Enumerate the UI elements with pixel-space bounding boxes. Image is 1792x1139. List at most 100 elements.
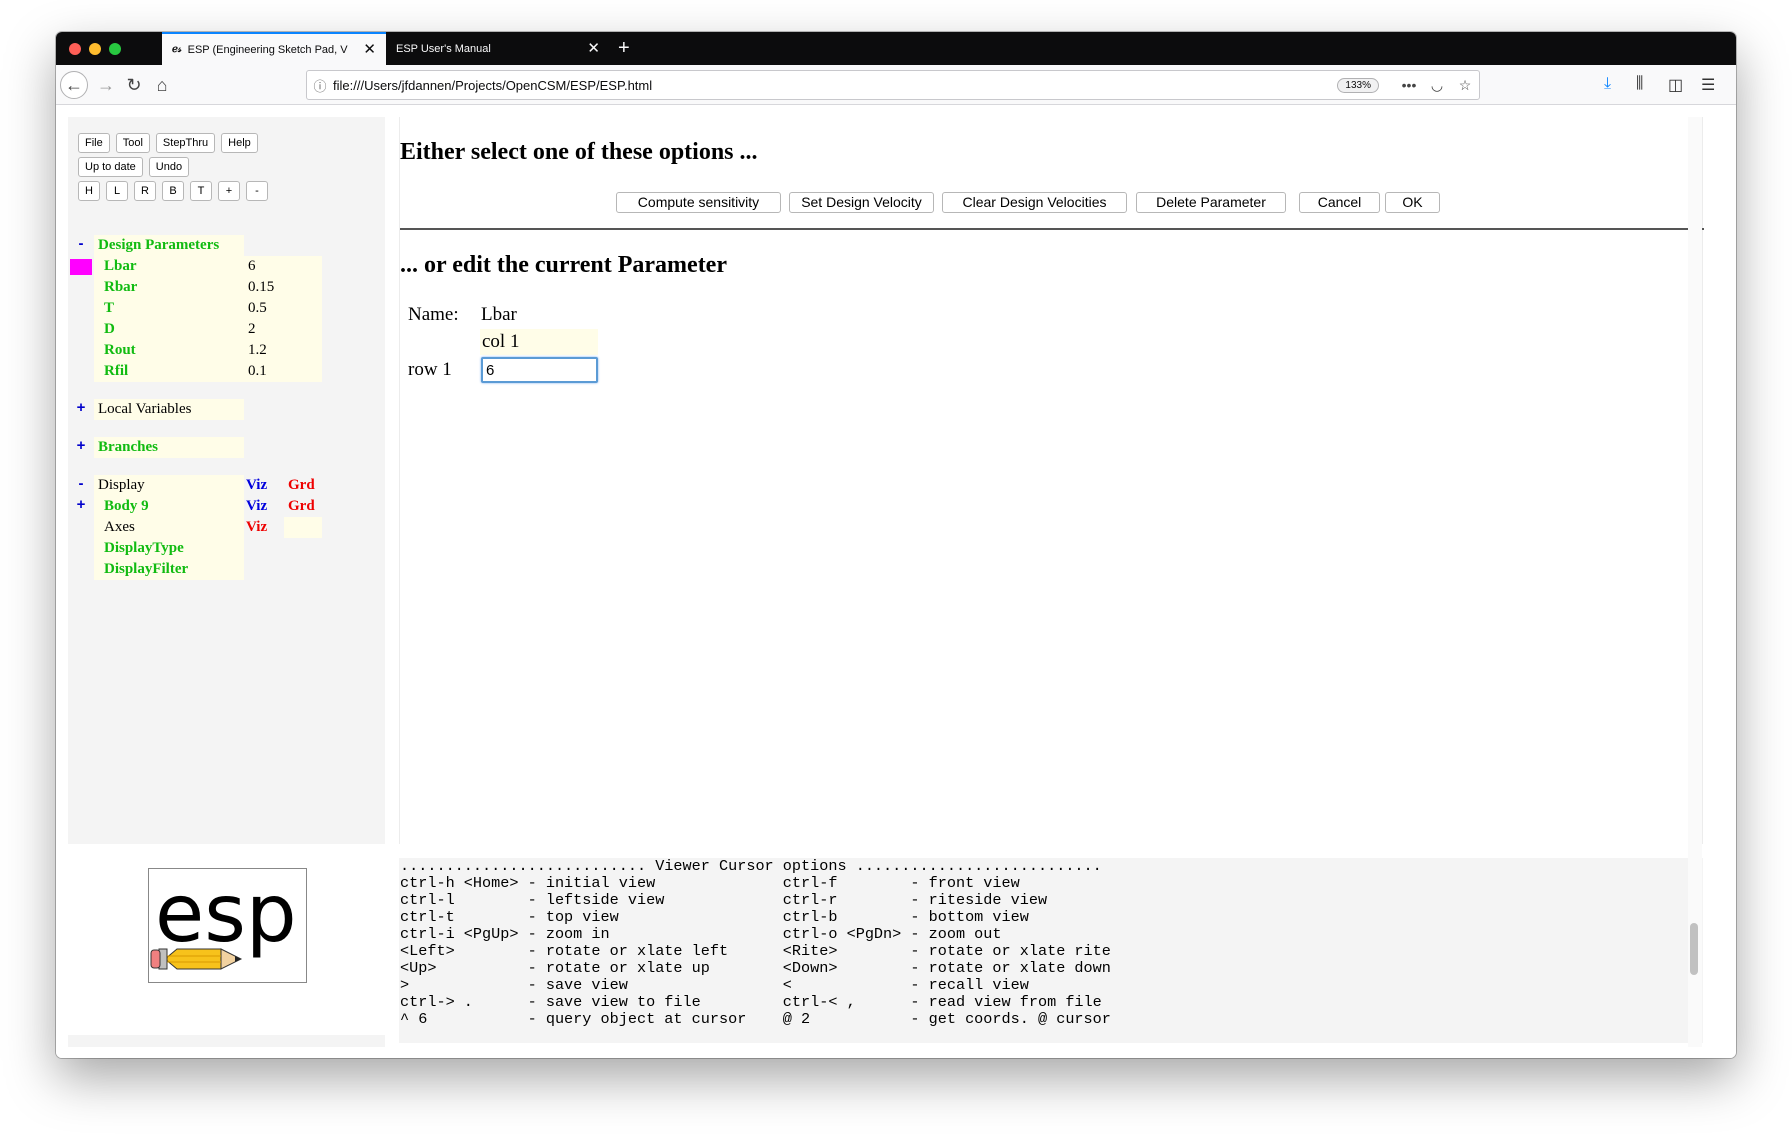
view-left-button[interactable]: L	[106, 181, 128, 201]
message-line: ctrl-i <PgUp> - zoom in ctrl-o <PgDn> - …	[400, 925, 1002, 943]
page-content: File Tool StepThru Help Up to date Undo …	[56, 105, 1736, 1058]
tab-esp[interactable]: ℯ𝓈 ESP (Engineering Sketch Pad, V ✕	[162, 32, 386, 65]
message-line: > - save view < - recall view	[400, 976, 1029, 994]
name-label: Name:	[408, 304, 459, 325]
empty-cell	[284, 517, 322, 538]
esp-logo: esp	[148, 867, 307, 983]
viz-toggle[interactable]: Viz	[244, 475, 278, 496]
design-parameters-label[interactable]: Design Parameters	[94, 235, 244, 256]
new-tab-icon[interactable]: +	[618, 36, 630, 60]
close-tab-icon[interactable]: ✕	[363, 42, 376, 57]
cancel-button[interactable]: Cancel	[1299, 192, 1380, 213]
param-name[interactable]: T	[94, 298, 244, 319]
reload-icon[interactable]: ↻	[120, 71, 148, 99]
tab-title: ESP (Engineering Sketch Pad, V	[187, 43, 348, 56]
url-text[interactable]: file:///Users/jfdannen/Projects/OpenCSM/…	[333, 78, 1337, 93]
grd-toggle[interactable]: Grd	[284, 496, 322, 517]
ok-button[interactable]: OK	[1385, 192, 1440, 213]
logo-panel: esp	[68, 858, 385, 1028]
bookmark-star-icon[interactable]: ☆	[1451, 77, 1479, 94]
param-value[interactable]: 2	[244, 319, 322, 340]
page-scrollbar-thumb[interactable]	[1690, 923, 1698, 975]
set-design-velocity-button[interactable]: Set Design Velocity	[789, 192, 934, 213]
message-line: ctrl-> . - save view to file ctrl-< , - …	[400, 993, 1102, 1011]
logo-text: esp	[155, 869, 297, 960]
message-line: ^ 6 - query object at cursor @ 2 - get c…	[400, 1010, 1111, 1028]
view-right-button[interactable]: R	[134, 181, 156, 201]
param-name[interactable]: Rbar	[94, 277, 244, 298]
navigation-bar: ← → ↻ ⌂ ⓘ file:///Users/jfdannen/Project…	[56, 65, 1736, 105]
param-value[interactable]: 0.15	[244, 277, 322, 298]
param-name[interactable]: Rout	[94, 340, 244, 361]
tab-users-manual[interactable]: ESP User's Manual ✕	[386, 32, 610, 65]
clear-design-velocities-button[interactable]: Clear Design Velocities	[942, 192, 1127, 213]
viz-toggle[interactable]: Viz	[244, 496, 278, 517]
local-variables-label[interactable]: Local Variables	[94, 399, 244, 420]
zoom-badge[interactable]: 133%	[1337, 77, 1379, 93]
name-value: Lbar	[481, 304, 517, 325]
back-icon[interactable]: ←	[60, 71, 88, 99]
zoom-out-button[interactable]: -	[246, 181, 268, 201]
pencil-icon	[150, 948, 243, 970]
view-top-button[interactable]: T	[190, 181, 212, 201]
tool-button[interactable]: Tool	[115, 133, 150, 153]
file-button[interactable]: File	[78, 133, 110, 153]
sidebar-icon[interactable]: ◫	[1668, 75, 1683, 95]
param-name[interactable]: Lbar	[94, 256, 244, 277]
param-value[interactable]: 0.5	[244, 298, 322, 319]
collapse-toggle[interactable]: -	[68, 475, 94, 496]
library-icon[interactable]: ⫼	[1636, 75, 1643, 93]
expand-toggle[interactable]: +	[68, 437, 94, 458]
zoom-window-button[interactable]	[109, 43, 121, 55]
menu-buttons: File Tool StepThru Help Up to date Undo …	[78, 133, 268, 205]
collapse-toggle[interactable]: -	[68, 235, 94, 256]
up-to-date-button[interactable]: Up to date	[78, 157, 143, 177]
view-bottom-button[interactable]: B	[162, 181, 184, 201]
zoom-in-button[interactable]: +	[218, 181, 240, 201]
close-window-button[interactable]	[69, 43, 81, 55]
tab-strip: ℯ𝓈 ESP (Engineering Sketch Pad, V ✕ ESP …	[56, 32, 1736, 65]
close-tab-icon[interactable]: ✕	[587, 41, 600, 56]
esp-favicon-icon: ℯ𝓈	[172, 44, 182, 55]
minimize-window-button[interactable]	[89, 43, 101, 55]
edit-heading: ... or edit the current Parameter	[400, 252, 727, 278]
viz-toggle[interactable]: Viz	[244, 517, 278, 538]
param-name[interactable]: Rfil	[94, 361, 244, 382]
expand-toggle[interactable]: +	[68, 496, 94, 517]
display-label[interactable]: Display	[94, 475, 244, 496]
stepthru-button[interactable]: StepThru	[155, 133, 216, 153]
left-panel: File Tool StepThru Help Up to date Undo …	[68, 117, 385, 844]
branches-label[interactable]: Branches	[94, 437, 244, 458]
parameter-value-input[interactable]	[481, 357, 598, 383]
expand-toggle[interactable]: +	[68, 399, 94, 420]
param-value[interactable]: 1.2	[244, 340, 322, 361]
page-scrollbar-track[interactable]	[1688, 117, 1702, 1047]
logo-panel-footer	[68, 1035, 385, 1047]
message-line: ctrl-h <Home> - initial view ctrl-f - fr…	[400, 874, 1020, 892]
options-heading: Either select one of these options ...	[400, 139, 758, 165]
column-header: col 1	[480, 329, 598, 355]
view-home-button[interactable]: H	[78, 181, 100, 201]
message-line: ctrl-t - top view ctrl-b - bottom view	[400, 908, 1029, 926]
undo-button[interactable]: Undo	[148, 157, 190, 177]
param-value[interactable]: 0.1	[244, 361, 322, 382]
home-icon[interactable]: ⌂	[148, 71, 176, 99]
param-value[interactable]: 6	[244, 256, 322, 277]
menu-icon[interactable]: ☰	[1701, 75, 1715, 95]
forward-icon[interactable]: →	[92, 71, 120, 99]
page-actions-icon[interactable]: •••	[1395, 77, 1423, 93]
param-name[interactable]: D	[94, 319, 244, 340]
axes-label[interactable]: Axes	[94, 517, 244, 538]
message-line: <Left> - rotate or xlate left <Rite> - r…	[400, 942, 1111, 960]
display-filter-label[interactable]: DisplayFilter	[94, 559, 244, 580]
delete-parameter-button[interactable]: Delete Parameter	[1136, 192, 1286, 213]
url-bar[interactable]: ⓘ file:///Users/jfdannen/Projects/OpenCS…	[306, 70, 1480, 100]
pocket-icon[interactable]: ◡	[1423, 77, 1451, 94]
info-icon[interactable]: ⓘ	[307, 76, 333, 95]
download-icon[interactable]: ⤓	[1604, 75, 1611, 93]
grd-toggle[interactable]: Grd	[284, 475, 322, 496]
display-type-label[interactable]: DisplayType	[94, 538, 244, 559]
compute-sensitivity-button[interactable]: Compute sensitivity	[616, 192, 781, 213]
body-label[interactable]: Body 9	[94, 496, 244, 517]
help-button[interactable]: Help	[221, 133, 258, 153]
